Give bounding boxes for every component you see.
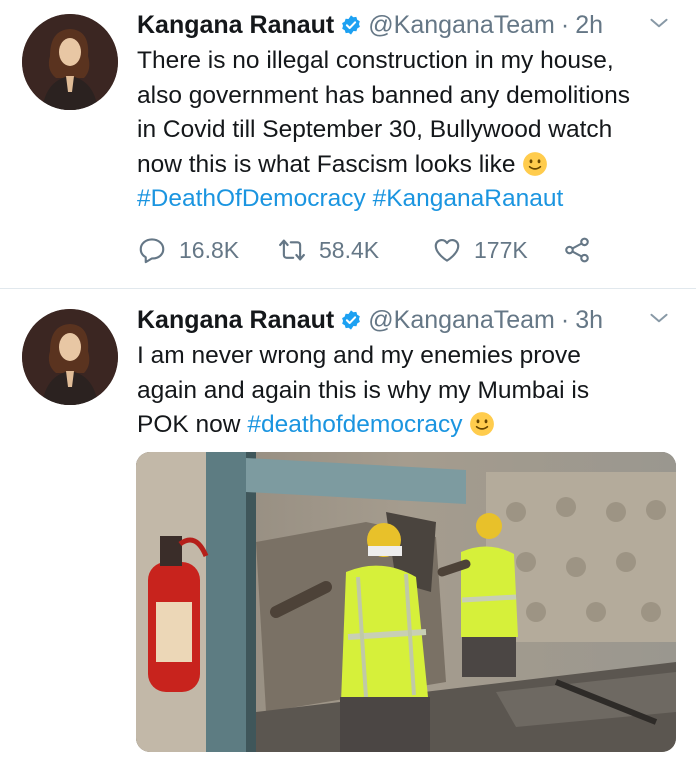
tweet-text-line: There is no illegal construction in my h… [137, 47, 614, 74]
share-button[interactable] [562, 235, 604, 265]
slightly-smiling-face-emoji [470, 412, 495, 436]
author-name[interactable]: Kangana Ranaut [137, 306, 334, 335]
tweet-text-line: I am never wrong and my enemies prove [137, 342, 581, 369]
tweet-text: I am never wrong and my enemies prove ag… [137, 339, 677, 443]
chevron-down-icon[interactable] [646, 10, 672, 36]
tweet-photo[interactable] [136, 452, 676, 752]
tweet[interactable]: Kangana Ranaut @KanganaTeam · 3h I am ne… [0, 289, 696, 759]
tweet-time[interactable]: 3h [575, 306, 603, 335]
reply-icon [139, 238, 165, 264]
tweet-text: There is no illegal construction in my h… [137, 44, 677, 217]
tweet-time[interactable]: 2h [575, 11, 603, 40]
avatar[interactable] [22, 14, 118, 110]
avatar-portrait [22, 309, 118, 405]
chevron-down-icon[interactable] [646, 305, 672, 331]
tweet-header: Kangana Ranaut @KanganaTeam · 2h [137, 8, 672, 42]
separator-dot: · [560, 10, 570, 39]
hashtag-line: #DeathOfDemocracy #KanganaRanaut [137, 182, 677, 217]
separator-dot: · [560, 305, 570, 334]
tweet-text-line: also government has banned any demolitio… [137, 81, 631, 109]
hashtag-link[interactable]: #DeathOfDemocracy [137, 185, 366, 212]
reply-count: 16.8K [179, 236, 240, 263]
retweet-count: 58.4K [319, 236, 380, 263]
tweet-text-line-with-emoji: now this is what Fascism looks like [137, 148, 677, 183]
tweet-actions: 16.8K 58.4K 177K [137, 232, 604, 268]
tweet-text-line: again and again this is why my Mumbai is [137, 376, 590, 404]
reply-button[interactable]: 16.8K [137, 235, 277, 265]
hashtag-link[interactable]: #KanganaRanaut [373, 185, 564, 212]
slightly-smiling-face-emoji [523, 151, 548, 176]
verified-badge-icon [342, 310, 361, 330]
avatar-portrait [22, 14, 118, 110]
verified-badge-icon [342, 15, 361, 35]
tweet-text-line: POK now [137, 411, 241, 438]
demolition-photo [136, 452, 676, 752]
like-button[interactable]: 177K [432, 235, 562, 265]
tweet-text-line-with-hashtag: POK now #deathofdemocracy [137, 408, 677, 443]
tweet-text-line: in Covid till September 30, Bullywood wa… [137, 116, 613, 143]
retweet-button[interactable]: 58.4K [277, 235, 432, 265]
author-name[interactable]: Kangana Ranaut [137, 11, 334, 40]
retweet-icon [279, 239, 305, 261]
share-icon [565, 237, 589, 263]
tweet[interactable]: Kangana Ranaut @KanganaTeam · 2h There i… [0, 0, 696, 288]
tweet-header: Kangana Ranaut @KanganaTeam · 3h [137, 303, 672, 337]
author-handle[interactable]: @KanganaTeam [368, 11, 555, 40]
author-handle[interactable]: @KanganaTeam [368, 306, 555, 335]
avatar[interactable] [22, 309, 118, 405]
like-count: 177K [474, 236, 528, 263]
heart-icon [434, 238, 460, 262]
hashtag-link[interactable]: #deathofdemocracy [247, 411, 462, 438]
tweet-text-line: now this is what Fascism looks like [137, 150, 516, 178]
